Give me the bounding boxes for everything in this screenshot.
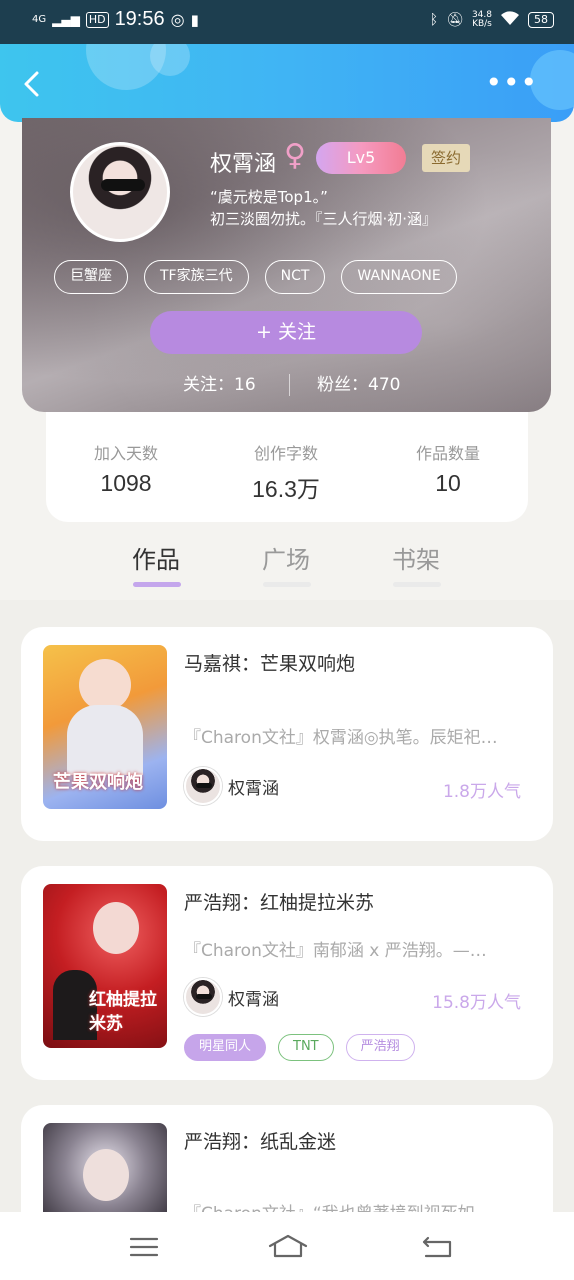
profile-tag[interactable]: 巨蟹座 [54, 260, 128, 294]
work-tag[interactable]: 明星同人 [184, 1034, 267, 1061]
back-button[interactable] [20, 70, 44, 98]
profile-bio: “虞元桉是Top1。” 初三淡圈勿扰。『三人行烟·初·涵』 [210, 186, 437, 230]
signal-bars-icon: ▂▄▆ [52, 12, 80, 27]
profile-tag[interactable]: WANNAONE [341, 260, 457, 294]
bio-line: “虞元桉是Top1。” [210, 188, 328, 206]
tab-indicator [393, 582, 441, 587]
work-title[interactable]: 严浩翔：红柚提拉米苏 [184, 888, 374, 915]
tab-indicator [263, 582, 311, 587]
mute-bell-icon: 🔕︎ [446, 12, 464, 28]
back-icon [422, 1236, 452, 1258]
work-card[interactable]: 红柚提拉米苏 严浩翔：红柚提拉米苏 『Charon文社』南郁涵 x 严浩翔。—…… [21, 866, 553, 1080]
stat-label: 作品数量 [415, 444, 480, 463]
bluetooth-icon: ᛒ [429, 12, 439, 28]
work-cover[interactable]: 红柚提拉米苏 [43, 884, 167, 1048]
author-name: 权霄涵 [228, 778, 279, 799]
divider [289, 374, 290, 396]
stat-label: 创作字数 [253, 444, 318, 463]
fans-count[interactable]: 粉丝：470 [317, 370, 400, 395]
cover-figure [79, 659, 131, 711]
work-tag[interactable]: 严浩翔 [345, 1034, 415, 1061]
bio-line: 初三淡圈勿扰。『三人行烟·初·涵』 [210, 210, 438, 228]
menu-icon [129, 1237, 159, 1257]
clock: 19:56 [114, 8, 165, 30]
profile-tag[interactable]: TF家族三代 [144, 260, 249, 294]
tab-square[interactable]: 广场 [241, 540, 331, 575]
profile-tag[interactable]: NCT [264, 260, 326, 294]
system-nav-bar [0, 1212, 574, 1280]
network-speed: 34.8 KB/s [472, 11, 492, 29]
decor-bubble [150, 44, 190, 76]
hd-badge: HD [85, 11, 109, 28]
work-description: 『Charon文社』权霄涵◎执笔。辰矩祀… [184, 728, 498, 748]
more-dots-icon: ••• [485, 66, 538, 99]
stats-card: 加入天数 1098 创作字数 16.3万 作品数量 10 [46, 412, 528, 522]
work-card[interactable]: 芒果双响炮 马嘉祺：芒果双响炮 『Charon文社』权霄涵◎执笔。辰矩祀… 权霄… [21, 627, 553, 841]
tab-indicator [133, 582, 181, 587]
stat-days: 加入天数 1098 [66, 440, 186, 497]
battery-indicator: 58 [528, 12, 554, 28]
book-icon: ▮ [190, 10, 199, 29]
content-tabs: 作品 广场 书架 [0, 536, 574, 600]
following-count[interactable]: 关注：16 [183, 370, 256, 395]
author-name: 权霄涵 [228, 989, 279, 1010]
signed-badge: 签约 [422, 144, 470, 172]
stat-label: 加入天数 [93, 444, 158, 463]
avatar [184, 978, 222, 1016]
work-popularity: 1.8万人气 [442, 782, 521, 802]
follow-button[interactable]: + 关注 [150, 311, 422, 354]
chevron-left-icon [24, 71, 39, 97]
profile-card: 权霄涵 ♀ Lv5 签约 “虞元桉是Top1。” 初三淡圈勿扰。『三人行烟·初·… [22, 118, 551, 412]
cover-title: 芒果双响炮 [53, 772, 143, 793]
stat-works: 作品数量 10 [388, 440, 508, 497]
work-title[interactable]: 严浩翔：纸乱金迷 [184, 1127, 336, 1154]
level-badge: Lv5 [316, 142, 406, 174]
cover-figure [67, 705, 143, 775]
stat-value: 10 [435, 470, 461, 496]
more-button[interactable]: ••• [485, 69, 538, 97]
nav-menu-button[interactable] [124, 1232, 164, 1262]
tab-bookshelf[interactable]: 书架 [371, 540, 461, 575]
avatar[interactable] [70, 142, 170, 242]
work-tag[interactable]: TNT [278, 1034, 334, 1061]
work-title[interactable]: 马嘉祺：芒果双响炮 [184, 649, 355, 676]
signal-indicator: 4G [32, 13, 47, 25]
avatar [184, 767, 222, 805]
work-popularity: 15.8万人气 [432, 993, 521, 1013]
nav-home-button[interactable] [266, 1232, 310, 1262]
stat-words: 创作字数 16.3万 [226, 440, 346, 504]
status-bar: 4G ▂▄▆ HD 19:56 ◎ ▮ ᛒ 🔕︎ 34.8 KB/s 58 [0, 0, 574, 44]
top-header: ••• [0, 44, 574, 122]
stat-value: 16.3万 [252, 476, 320, 502]
profile-tags: 巨蟹座 TF家族三代 NCT WANNAONE [54, 260, 457, 294]
nav-back-button[interactable] [416, 1232, 456, 1262]
cover-figure [93, 902, 139, 954]
profile-name: 权霄涵 [210, 152, 277, 177]
work-author[interactable]: 权霄涵 [184, 767, 279, 805]
female-icon: ♀ [284, 138, 306, 173]
home-icon [268, 1234, 308, 1258]
work-cover[interactable]: 芒果双响炮 [43, 645, 167, 809]
cover-title: 红柚提拉米苏 [89, 990, 157, 1034]
stat-value: 1098 [100, 470, 152, 496]
wechat-icon: ◎ [170, 10, 185, 29]
cover-figure [83, 1149, 129, 1201]
follow-counts: 关注：16 粉丝：470 [22, 370, 551, 400]
wifi-icon [500, 10, 520, 30]
work-description: 『Charon文社』南郁涵 x 严浩翔。—… [184, 941, 487, 961]
tab-works[interactable]: 作品 [111, 540, 201, 575]
network-speed-unit: KB/s [472, 19, 492, 29]
work-tags: 明星同人 TNT 严浩翔 [184, 1034, 415, 1061]
work-author[interactable]: 权霄涵 [184, 978, 279, 1016]
